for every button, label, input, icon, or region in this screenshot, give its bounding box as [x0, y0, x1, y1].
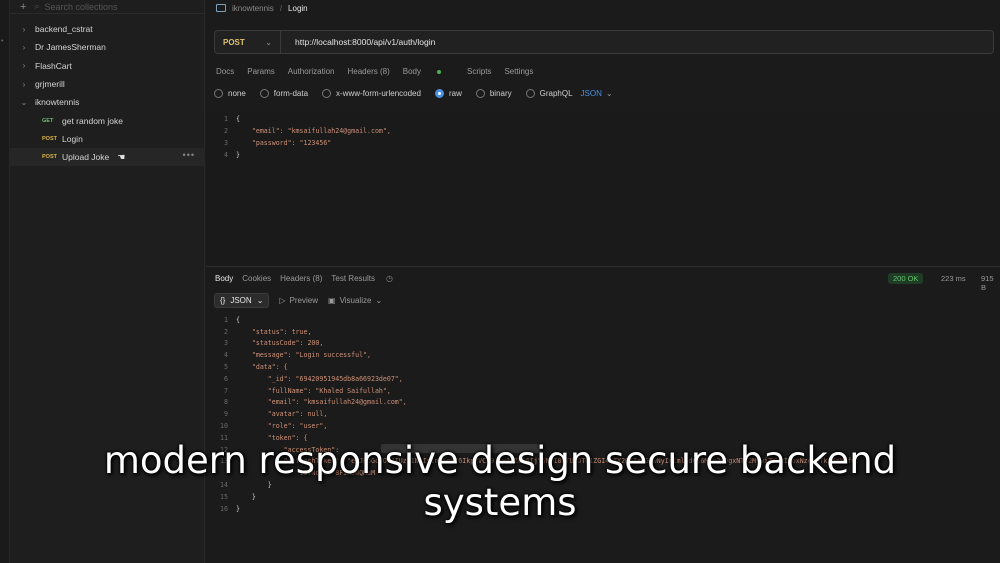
collection-item[interactable]: › FlashCart	[10, 57, 205, 75]
chevron-right-icon: ›	[22, 79, 26, 89]
resp-tab-cookies[interactable]: Cookies	[242, 274, 271, 283]
request-name: get random joke	[62, 115, 123, 126]
method-badge: POST	[42, 154, 57, 161]
breadcrumb-request: Login	[288, 3, 308, 13]
request-item-get-random-joke[interactable]: GET get random joke	[10, 111, 205, 129]
request-item-upload-joke[interactable]: POST Upload Joke ☚ •••	[10, 148, 205, 167]
url-bar: POST ⌄ http://localhost:8000/api/v1/auth…	[214, 30, 994, 54]
radio-circle-icon	[475, 89, 485, 98]
code-line: 3 "password": "123456"	[224, 139, 332, 147]
radio-raw[interactable]: raw	[434, 89, 462, 98]
chevron-right-icon: ›	[22, 24, 26, 34]
request-body-editor[interactable]: 1{ 2 "email": "kmsaifullah24@gmail.com",…	[206, 113, 1000, 263]
play-icon: ▷	[279, 296, 286, 305]
resp-tab-body[interactable]: Body	[215, 274, 233, 283]
radio-urlencoded[interactable]: x-www-form-urlencoded	[322, 89, 421, 98]
radio-none[interactable]: none	[214, 89, 246, 98]
collection-item[interactable]: › Dr JamesSherman	[10, 38, 205, 56]
request-item-login[interactable]: POST Login	[10, 130, 205, 148]
code-line: 1{	[224, 315, 240, 324]
code-line: 8 "email": "kmsaifullah24@gmail.com",	[224, 398, 407, 407]
method-badge: POST	[42, 135, 57, 142]
format-select[interactable]: JSON ⌄	[581, 89, 613, 98]
breadcrumb: iknowtennis / Login	[216, 2, 308, 14]
tab-docs[interactable]: Docs	[216, 67, 234, 76]
code-line: 1{	[224, 115, 240, 123]
tab-authorization[interactable]: Authorization	[288, 67, 335, 76]
collection-item[interactable]: › backend_cstrat	[10, 20, 205, 38]
image-icon: ▣	[328, 296, 336, 305]
active-dot-icon	[436, 69, 441, 74]
chevron-right-icon: ›	[22, 61, 26, 71]
body-type-selector: none form-data x-www-form-urlencoded raw…	[214, 89, 613, 98]
radio-graphql[interactable]: GraphQL	[525, 89, 573, 98]
request-name: Upload Joke	[62, 152, 110, 163]
resp-tab-headers[interactable]: Headers (8)	[280, 274, 322, 283]
tab-scripts[interactable]: Scripts	[467, 67, 491, 76]
request-name: Login	[62, 133, 83, 144]
braces-icon: {}	[220, 296, 226, 305]
resp-tab-test-results[interactable]: Test Results	[331, 274, 375, 283]
chevron-down-icon: ⌄	[375, 296, 383, 305]
code-line: 10 "role": "user",	[220, 422, 328, 431]
method-badge: GET	[42, 117, 54, 124]
history-icon[interactable]: ◷	[386, 274, 393, 283]
code-line: 5 "data": {	[224, 363, 288, 372]
radio-circle-icon	[525, 89, 535, 98]
radio-circle-icon	[214, 89, 223, 98]
code-line: 4 "message": "Login successful",	[224, 351, 371, 360]
collection-icon	[216, 4, 226, 12]
radio-binary[interactable]: binary	[475, 89, 512, 98]
search-input[interactable]: Search collections	[44, 2, 117, 12]
code-line: 6 "_id": "69420951945db8a66923de07",	[224, 374, 403, 383]
rail-icon[interactable]: •	[1, 38, 3, 45]
chevron-right-icon: ›	[22, 42, 26, 52]
sidebar-toolbar: + ⌕ Search collections	[10, 0, 205, 14]
status-badge: 200 OK	[888, 273, 924, 284]
breadcrumb-collection[interactable]: iknowtennis	[232, 4, 274, 13]
code-line: 4}	[224, 151, 240, 159]
url-input[interactable]: http://localhost:8000/api/v1/auth/login	[281, 37, 435, 47]
caption-line-1: modern responsive design secure backend	[103, 439, 897, 482]
radio-circle-icon	[322, 89, 332, 98]
video-caption: modern responsive design secure backend …	[0, 440, 1000, 524]
search-icon: ⌕	[34, 1, 40, 11]
tab-headers[interactable]: Headers (8)	[348, 67, 390, 76]
collection-tree: › backend_cstrat › Dr JamesSherman › Fla…	[10, 20, 205, 167]
more-options-icon[interactable]: •••	[183, 150, 195, 160]
breadcrumb-separator: /	[279, 3, 283, 13]
mouse-cursor-icon: ☚	[117, 151, 126, 162]
collection-item[interactable]: › grjmerill	[10, 75, 205, 93]
code-line: 2 "email": "kmsaifullah24@gmail.com",	[224, 127, 391, 135]
chevron-down-icon: ⌄	[265, 37, 272, 47]
response-size: 915 B	[981, 274, 994, 292]
method-select[interactable]: POST ⌄	[215, 31, 281, 53]
radio-selected-icon	[434, 89, 444, 98]
visualize-button[interactable]: ▣ Visualize ⌄	[328, 296, 382, 305]
chevron-down-icon: ⌄	[20, 97, 28, 107]
chevron-down-icon: ⌄	[256, 296, 264, 305]
tab-settings[interactable]: Settings	[504, 67, 533, 76]
code-line: 9 "avatar": null,	[224, 410, 328, 419]
chevron-down-icon: ⌄	[605, 89, 613, 98]
preview-button[interactable]: ▷ Preview	[279, 296, 318, 305]
code-line: 7 "fullName": "Khaled Saifullah",	[224, 386, 391, 395]
radio-form-data[interactable]: form-data	[259, 89, 308, 98]
response-time: 223 ms	[941, 274, 966, 283]
response-format-select[interactable]: {} JSON ⌄	[214, 293, 270, 308]
collection-item-expanded[interactable]: ⌄ iknowtennis	[10, 93, 205, 111]
add-icon[interactable]: +	[20, 1, 26, 13]
search-collections[interactable]: ⌕ Search collections	[34, 1, 117, 12]
tab-params[interactable]: Params	[247, 67, 275, 76]
code-line: 3 "statusCode": 200,	[224, 339, 324, 348]
tab-body[interactable]: Body	[403, 67, 454, 76]
response-tabs: Body Cookies Headers (8) Test Results ◷ …	[206, 266, 1000, 292]
response-view-bar: {} JSON ⌄ ▷ Preview ▣ Visualize ⌄	[214, 293, 382, 308]
radio-circle-icon	[259, 89, 269, 98]
code-line: 2 "status": true,	[224, 327, 312, 336]
caption-line-2: systems	[423, 481, 577, 524]
request-tabs: Docs Params Authorization Headers (8) Bo…	[216, 67, 546, 76]
